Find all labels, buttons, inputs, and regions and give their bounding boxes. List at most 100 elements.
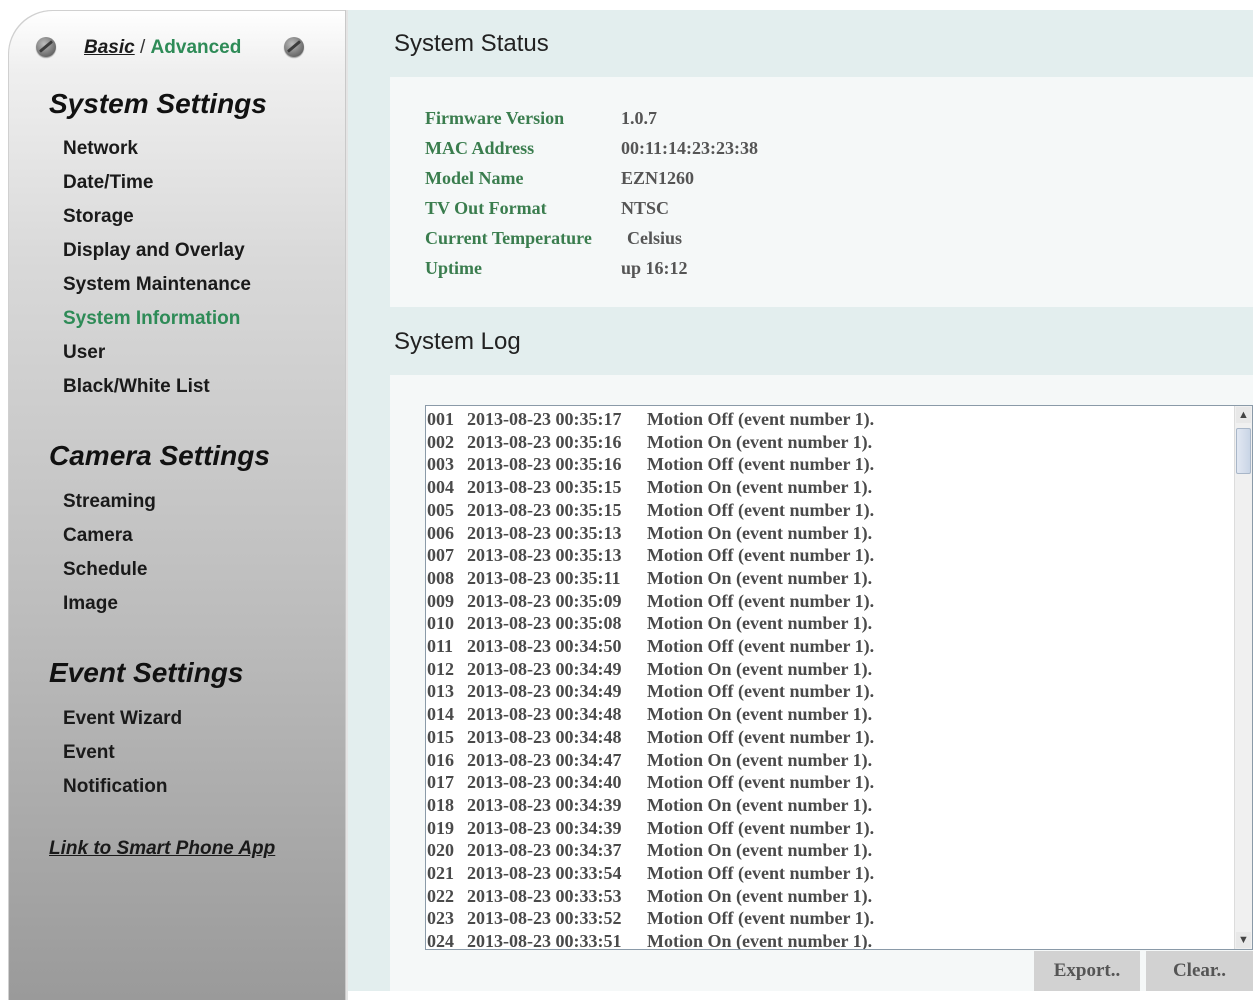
status-value: 00:11:14:23:23:38 — [621, 138, 758, 158]
sidebar-item-notification[interactable]: Notification — [63, 776, 168, 798]
log-entry: 008 2013-08-23 00:35:11 Motion On (event n… — [426, 567, 1234, 590]
log-entry-number: 009 — [427, 590, 454, 611]
log-entry-number: 023 — [427, 908, 454, 929]
log-entry-number: 002 — [427, 431, 454, 452]
log-entry-timestamp: 2013-08-23 00:34:39 — [467, 794, 622, 815]
log-entry: 010 2013-08-23 00:35:08 Motion On (event n… — [426, 612, 1234, 635]
log-entry-number: 020 — [427, 840, 454, 861]
log-entry-message: Motion Off (event number 1). — [647, 681, 875, 702]
sidebar-item-network[interactable]: Network — [63, 138, 138, 160]
log-entry-timestamp: 2013-08-23 00:34:47 — [467, 749, 622, 770]
sidebar-item-camera[interactable]: Camera — [63, 525, 133, 547]
log-entry-number: 018 — [427, 794, 454, 815]
sidebar-item-event-wizard[interactable]: Event Wizard — [63, 708, 182, 730]
log-entry-number: 003 — [427, 454, 454, 475]
sidebar-item-system-information[interactable]: System Information — [63, 308, 240, 330]
log-entry: 009 2013-08-23 00:35:09 Motion Off (event … — [426, 590, 1234, 613]
sidebar-item-date-time[interactable]: Date/Time — [63, 172, 153, 194]
log-entry-message: Motion Off (event number 1). — [647, 409, 875, 429]
log-entry-timestamp: 2013-08-23 00:35:16 — [467, 431, 622, 452]
status-row-mac: MAC Address 00:11:14:23:23:38 — [425, 138, 758, 159]
log-entry: 017 2013-08-23 00:34:40 Motion Off (event … — [426, 771, 1234, 794]
status-label: MAC Address — [425, 138, 535, 158]
system-status-panel: Firmware Version 1.0.7 MAC Address 00:11:1… — [390, 77, 1253, 307]
log-entry: 020 2013-08-23 00:34:37 Motion On (event n… — [426, 839, 1234, 862]
log-entry-number: 004 — [427, 477, 454, 498]
log-entry-message: Motion On (event number 1). — [647, 522, 873, 543]
log-entry-timestamp: 2013-08-23 00:33:51 — [467, 931, 622, 950]
system-status-title: System Status — [394, 30, 549, 57]
log-entry-number: 015 — [427, 726, 454, 747]
log-entry-message: Motion On (event number 1). — [647, 613, 873, 634]
sidebar-item-system-maintenance[interactable]: System Maintenance — [63, 274, 251, 296]
basic-mode-link[interactable]: Basic — [84, 37, 135, 58]
log-entry-message: Motion On (event number 1). — [647, 840, 873, 861]
sidebar-item-black-white-list[interactable]: Black/White List — [63, 376, 210, 398]
log-entry-message: Motion Off (event number 1). — [647, 499, 875, 520]
screw-icon — [36, 37, 56, 57]
log-entry-message: Motion On (event number 1). — [647, 704, 873, 725]
log-entry-number: 019 — [427, 817, 454, 838]
log-entry: 023 2013-08-23 00:33:52 Motion Off (event … — [426, 907, 1234, 930]
advanced-mode-link[interactable]: Advanced — [151, 37, 242, 58]
log-scrollbar[interactable]: ▲ ▼ — [1234, 406, 1252, 949]
log-entry-number: 016 — [427, 749, 454, 770]
log-entry-timestamp: 2013-08-23 00:35:16 — [467, 454, 622, 475]
sidebar-item-image[interactable]: Image — [63, 593, 118, 615]
log-entry-number: 022 — [427, 885, 454, 906]
log-entry-message: Motion Off (event number 1). — [647, 636, 875, 657]
scrollbar-thumb[interactable] — [1236, 428, 1251, 474]
log-entry: 011 2013-08-23 00:34:50 Motion Off (event … — [426, 635, 1234, 658]
log-entry-number: 001 — [427, 409, 454, 429]
log-entry-timestamp: 2013-08-23 00:35:09 — [467, 590, 622, 611]
log-entry-timestamp: 2013-08-23 00:34:49 — [467, 658, 622, 679]
log-entry: 015 2013-08-23 00:34:48 Motion Off (event … — [426, 726, 1234, 749]
log-entry-timestamp: 2013-08-23 00:34:39 — [467, 817, 622, 838]
system-log-textarea[interactable]: 001 2013-08-23 00:35:17 Motion Off (event … — [425, 405, 1253, 950]
sidebar: Basic / Advanced System Settings Network… — [8, 10, 348, 1000]
log-entry-number: 014 — [427, 704, 454, 725]
log-entry-timestamp: 2013-08-23 00:35:15 — [467, 477, 622, 498]
log-entry: 007 2013-08-23 00:35:13 Motion Off (event … — [426, 544, 1234, 567]
status-row-firmware: Firmware Version 1.0.7 — [425, 108, 657, 129]
smart-phone-app-link[interactable]: Link to Smart Phone App — [49, 838, 275, 860]
log-entry: 013 2013-08-23 00:34:49 Motion Off (event … — [426, 680, 1234, 703]
log-entry-message: Motion Off (event number 1). — [647, 817, 875, 838]
status-row-temperature: Current Temperature Celsius — [425, 228, 682, 249]
sidebar-item-schedule[interactable]: Schedule — [63, 559, 147, 581]
log-entry-timestamp: 2013-08-23 00:35:13 — [467, 545, 622, 566]
status-row-model: Model Name EZN1260 — [425, 168, 694, 189]
system-log-title: System Log — [394, 328, 521, 355]
log-entry-message: Motion On (event number 1). — [647, 477, 873, 498]
status-label: TV Out Format — [425, 198, 547, 218]
log-entry-timestamp: 2013-08-23 00:35:17 — [467, 409, 622, 429]
sidebar-item-display-overlay[interactable]: Display and Overlay — [63, 240, 245, 262]
log-entry-timestamp: 2013-08-23 00:33:53 — [467, 885, 622, 906]
chevron-down-icon[interactable]: ▼ — [1236, 932, 1251, 948]
sidebar-item-user[interactable]: User — [63, 342, 105, 364]
log-entry: 014 2013-08-23 00:34:48 Motion On (event n… — [426, 703, 1234, 726]
status-label: Current Temperature — [425, 228, 592, 248]
export-button[interactable]: Export.. — [1034, 951, 1140, 991]
log-entry-number: 021 — [427, 863, 454, 884]
clear-button[interactable]: Clear.. — [1146, 951, 1253, 991]
chevron-up-icon[interactable]: ▲ — [1236, 407, 1251, 423]
log-entry-message: Motion Off (event number 1). — [647, 545, 875, 566]
status-row-uptime: Uptime up 16:12 — [425, 258, 688, 279]
sidebar-item-storage[interactable]: Storage — [63, 206, 134, 228]
log-entry-number: 007 — [427, 545, 454, 566]
status-value: up 16:12 — [621, 258, 688, 278]
log-entry-timestamp: 2013-08-23 00:33:54 — [467, 863, 622, 884]
sidebar-item-streaming[interactable]: Streaming — [63, 491, 156, 513]
log-entry-number: 024 — [427, 931, 454, 950]
log-entry: 003 2013-08-23 00:35:16 Motion Off (event … — [426, 453, 1234, 476]
log-entry: 021 2013-08-23 00:33:54 Motion Off (event … — [426, 862, 1234, 885]
status-label: Model Name — [425, 168, 524, 188]
log-entry: 022 2013-08-23 00:33:53 Motion On (event n… — [426, 885, 1234, 908]
status-value: NTSC — [621, 198, 670, 218]
log-entry-timestamp: 2013-08-23 00:35:11 — [467, 567, 621, 588]
log-entry-message: Motion Off (event number 1). — [647, 772, 875, 793]
sidebar-item-event[interactable]: Event — [63, 742, 115, 764]
mode-switch: Basic / Advanced — [84, 37, 241, 59]
log-entry-message: Motion Off (event number 1). — [647, 726, 875, 747]
